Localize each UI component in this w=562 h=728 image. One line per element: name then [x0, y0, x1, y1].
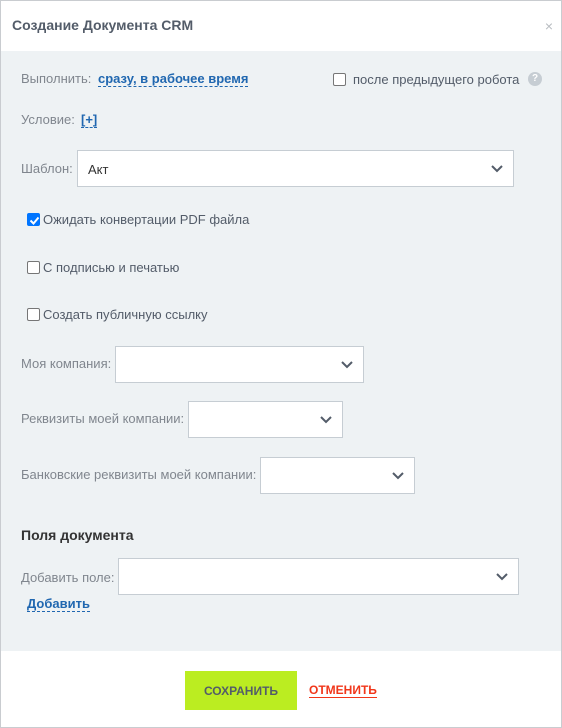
- my-company-label: Моя компания:: [21, 356, 112, 371]
- chevron-down-icon: [491, 165, 503, 173]
- template-select-value: Акт: [88, 162, 109, 177]
- execute-time-link[interactable]: сразу, в рабочее время: [98, 71, 249, 87]
- my-company-select[interactable]: [115, 346, 364, 383]
- bank-requisites-label: Банковские реквизиты моей компании:: [21, 467, 257, 482]
- template-label: Шаблон:: [21, 161, 73, 176]
- after-previous-robot-checkbox[interactable]: [333, 73, 346, 86]
- cancel-button[interactable]: ОТМЕНИТЬ: [309, 683, 377, 698]
- add-field-label: Добавить поле:: [21, 570, 115, 585]
- condition-label: Условие:: [21, 112, 75, 127]
- check-icon: [29, 216, 40, 225]
- public-link-label: Создать публичную ссылку: [43, 307, 208, 322]
- chevron-down-icon: [320, 416, 332, 424]
- add-condition-link[interactable]: [+]: [81, 112, 98, 128]
- close-icon[interactable]: ×: [545, 18, 553, 34]
- help-icon[interactable]: ?: [528, 72, 542, 86]
- company-requisites-select[interactable]: [188, 401, 343, 438]
- dialog-footer: СОХРАНИТЬ ОТМЕНИТЬ: [1, 651, 561, 727]
- company-requisites-label: Реквизиты моей компании:: [21, 411, 185, 426]
- wait-pdf-checkbox[interactable]: [27, 213, 40, 226]
- public-link-checkbox[interactable]: [27, 308, 40, 321]
- add-field-select[interactable]: [118, 558, 519, 595]
- dialog-header: Создание Документа CRM ×: [1, 1, 561, 51]
- document-fields-title: Поля документа: [21, 527, 134, 543]
- chevron-down-icon: [496, 573, 508, 581]
- template-select[interactable]: Акт: [77, 150, 514, 187]
- signature-stamp-checkbox[interactable]: [27, 261, 40, 274]
- bank-requisites-select[interactable]: [260, 457, 415, 494]
- dialog-title: Создание Документа CRM: [12, 17, 194, 33]
- chevron-down-icon: [392, 472, 404, 480]
- save-button[interactable]: СОХРАНИТЬ: [185, 671, 297, 710]
- signature-stamp-label: С подписью и печатью: [43, 260, 180, 275]
- after-previous-robot-label: после предыдущего робота: [353, 72, 520, 87]
- wait-pdf-label: Ожидать конвертации PDF файла: [43, 212, 250, 227]
- dialog-body: Выполнить: сразу, в рабочее время после …: [1, 51, 561, 651]
- add-field-link[interactable]: Добавить: [27, 596, 90, 612]
- chevron-down-icon: [341, 361, 353, 369]
- crm-document-dialog: Создание Документа CRM × Выполнить: сраз…: [0, 0, 562, 728]
- execute-label: Выполнить:: [21, 71, 92, 86]
